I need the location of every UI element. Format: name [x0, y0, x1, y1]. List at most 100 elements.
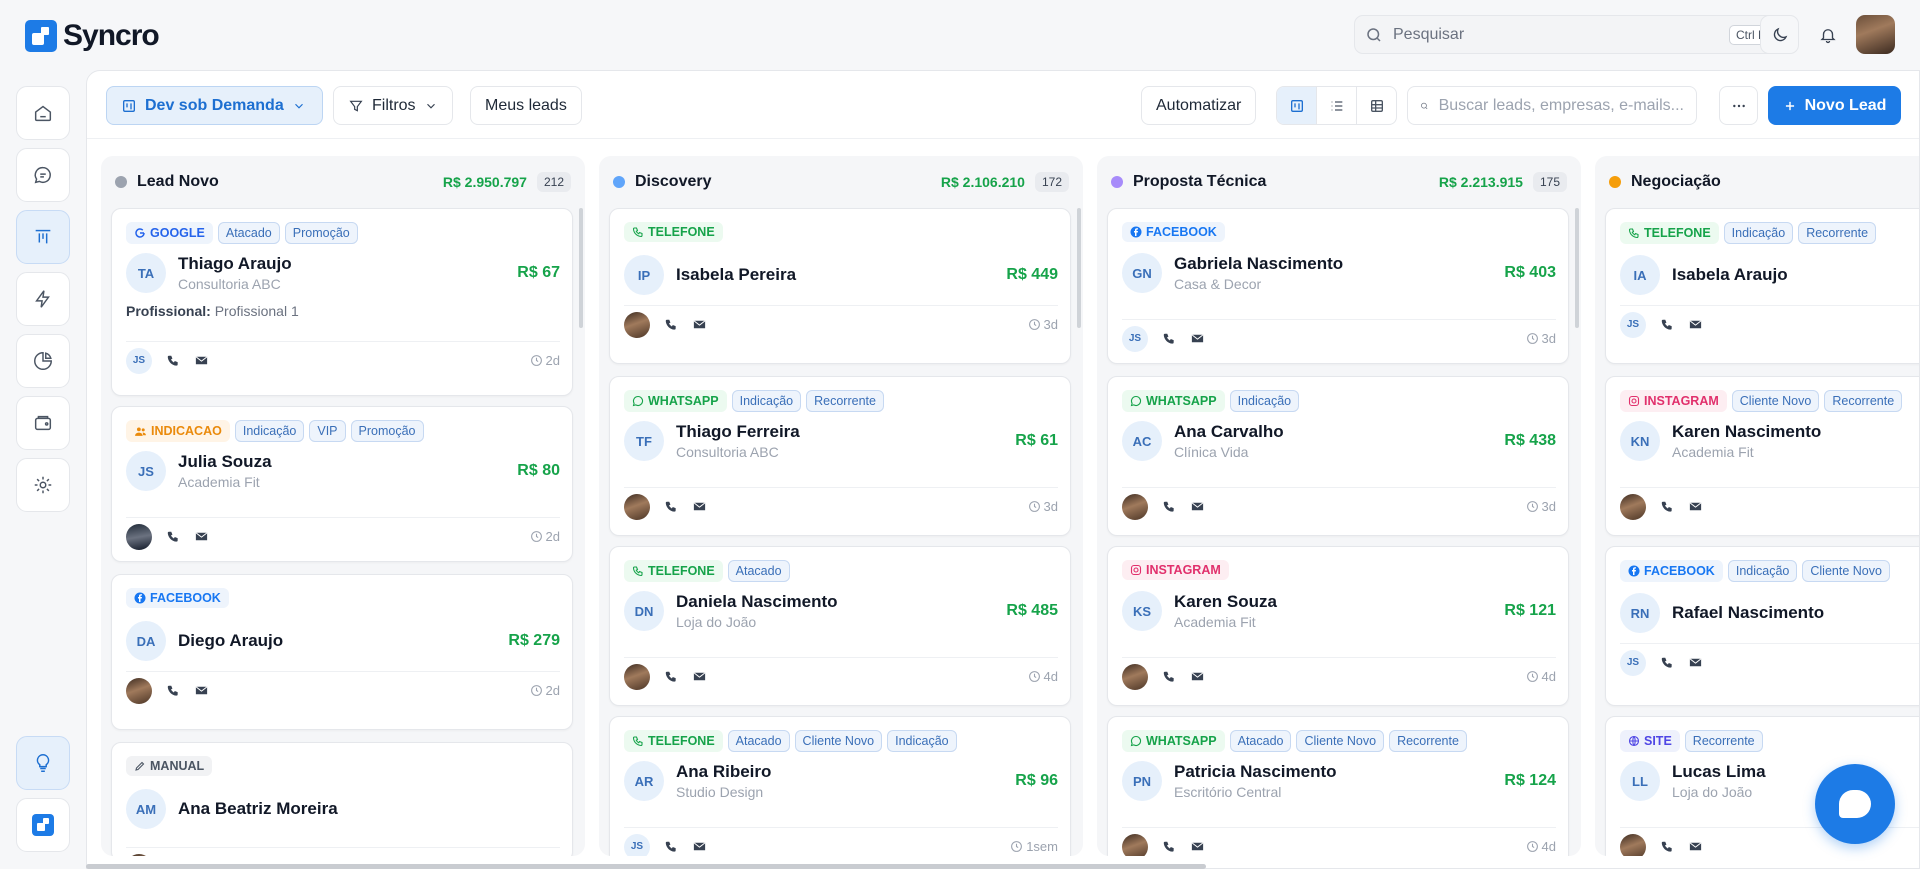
call-button[interactable]: [1660, 656, 1674, 670]
lead-search-input[interactable]: Buscar leads, empresas, e-mails...: [1407, 86, 1697, 125]
column-title[interactable]: Proposta Técnica: [1133, 173, 1439, 191]
view-kanban-button[interactable]: [1277, 87, 1317, 124]
email-button[interactable]: [1688, 499, 1703, 514]
call-button[interactable]: [664, 318, 678, 332]
nav-tips[interactable]: [16, 736, 70, 790]
lead-card[interactable]: INSTAGRAM KS Karen Souza Academia Fit R$ 121…: [1107, 546, 1569, 706]
lead-name[interactable]: Isabela Araujo: [1672, 265, 1919, 285]
call-button[interactable]: [1162, 670, 1176, 684]
lead-card[interactable]: GOOGLE Atacado Promoção TA Thiago Araujo Cons…: [111, 208, 573, 396]
email-button[interactable]: [1688, 317, 1703, 332]
view-table-button[interactable]: [1357, 87, 1396, 124]
call-button[interactable]: [1660, 500, 1674, 514]
nav-chat[interactable]: [16, 148, 70, 202]
call-button[interactable]: [1162, 332, 1176, 346]
my-leads-button[interactable]: Meus leads: [470, 86, 582, 125]
call-button[interactable]: [664, 670, 678, 684]
filters-button[interactable]: Filtros: [333, 86, 453, 125]
owner-avatar[interactable]: [624, 663, 650, 690]
call-button[interactable]: [166, 530, 180, 544]
lead-name[interactable]: Diego Araujo: [178, 631, 508, 651]
lead-name[interactable]: Patricia Nascimento: [1174, 762, 1504, 782]
call-button[interactable]: [664, 500, 678, 514]
email-button[interactable]: [692, 669, 707, 684]
owner-avatar[interactable]: JS: [624, 833, 650, 856]
email-button[interactable]: [194, 529, 209, 544]
owner-avatar[interactable]: JS: [1620, 649, 1646, 676]
call-button[interactable]: [664, 840, 678, 854]
owner-avatar[interactable]: [1620, 833, 1646, 856]
owner-avatar[interactable]: [1122, 493, 1148, 520]
nav-settings[interactable]: [16, 458, 70, 512]
call-button[interactable]: [1162, 500, 1176, 514]
email-button[interactable]: [194, 683, 209, 698]
lead-name[interactable]: Thiago Araujo: [178, 254, 517, 274]
lead-card[interactable]: FACEBOOK Indicação Cliente Novo RN Rafael Na…: [1605, 546, 1919, 706]
email-button[interactable]: [692, 499, 707, 514]
email-button[interactable]: [692, 839, 707, 854]
lead-card[interactable]: TELEFONE Indicação Recorrente IA Isabela Ara…: [1605, 208, 1919, 364]
owner-avatar[interactable]: [1620, 493, 1646, 520]
column-title[interactable]: Negociação: [1631, 173, 1919, 191]
nav-pipeline[interactable]: [16, 210, 70, 264]
call-button[interactable]: [1660, 318, 1674, 332]
column-scrollbar[interactable]: [1575, 208, 1579, 328]
lead-card[interactable]: FACEBOOK GN Gabriela Nascimento Casa & Deco…: [1107, 208, 1569, 364]
more-options-button[interactable]: [1719, 86, 1758, 125]
new-lead-button[interactable]: Novo Lead: [1768, 86, 1901, 125]
owner-avatar[interactable]: JS: [1122, 325, 1148, 352]
nav-wallet[interactable]: [16, 396, 70, 450]
lead-card[interactable]: MANUAL AM Ana Beatriz Moreira: [111, 742, 573, 856]
lead-card[interactable]: TELEFONE IP Isabela Pereira R$ 449 3d: [609, 208, 1071, 364]
owner-avatar[interactable]: JS: [1620, 311, 1646, 338]
lead-name[interactable]: Thiago Ferreira: [676, 422, 1015, 442]
owner-avatar[interactable]: [624, 493, 650, 520]
lead-name[interactable]: Karen Nascimento: [1672, 422, 1919, 442]
lead-card[interactable]: WHATSAPP Atacado Cliente Novo Recorrente PN P…: [1107, 716, 1569, 856]
nav-reports[interactable]: [16, 334, 70, 388]
lead-name[interactable]: Rafael Nascimento: [1672, 603, 1919, 623]
email-button[interactable]: [1688, 655, 1703, 670]
owner-avatar[interactable]: JS: [126, 347, 152, 374]
lead-card[interactable]: TELEFONE Atacado Cliente Novo Indicação AR An…: [609, 716, 1071, 856]
lead-name[interactable]: Ana Carvalho: [1174, 422, 1504, 442]
email-button[interactable]: [194, 353, 209, 368]
column-scrollbar[interactable]: [579, 208, 583, 328]
pipeline-selector[interactable]: Dev sob Demanda: [106, 86, 323, 125]
nav-automation[interactable]: [16, 272, 70, 326]
lead-name[interactable]: Daniela Nascimento: [676, 592, 1006, 612]
owner-avatar[interactable]: [126, 853, 152, 856]
lead-name[interactable]: Isabela Pereira: [676, 265, 1006, 285]
call-button[interactable]: [1162, 840, 1176, 854]
lead-card[interactable]: INDICACAO Indicação VIP Promoção JS Julia Sou…: [111, 406, 573, 562]
email-button[interactable]: [1190, 669, 1205, 684]
owner-avatar[interactable]: [1122, 663, 1148, 690]
automate-button[interactable]: Automatizar: [1141, 86, 1257, 125]
lead-card[interactable]: INSTAGRAM Cliente Novo Recorrente KN Karen N…: [1605, 376, 1919, 536]
lead-name[interactable]: Gabriela Nascimento: [1174, 254, 1504, 274]
lead-card[interactable]: FACEBOOK DA Diego Araujo R$ 279 2d: [111, 574, 573, 730]
owner-avatar[interactable]: [126, 523, 152, 550]
support-chat-button[interactable]: [1815, 764, 1895, 844]
email-button[interactable]: [1190, 331, 1205, 346]
email-button[interactable]: [692, 317, 707, 332]
owner-avatar[interactable]: [126, 677, 152, 704]
app-logo[interactable]: Syncro: [25, 19, 160, 53]
owner-avatar[interactable]: [1122, 833, 1148, 856]
notifications-button[interactable]: [1808, 15, 1847, 54]
call-button[interactable]: [166, 354, 180, 368]
owner-avatar[interactable]: [624, 311, 650, 338]
column-title[interactable]: Discovery: [635, 173, 941, 191]
global-search[interactable]: Pesquisar Ctrl K: [1354, 15, 1784, 54]
lead-name[interactable]: Julia Souza: [178, 452, 517, 472]
lead-card[interactable]: WHATSAPP Indicação Recorrente TF Thiago Ferr…: [609, 376, 1071, 536]
lead-name[interactable]: Ana Beatriz Moreira: [178, 799, 560, 819]
lead-name[interactable]: Karen Souza: [1174, 592, 1504, 612]
email-button[interactable]: [1190, 499, 1205, 514]
email-button[interactable]: [1688, 839, 1703, 854]
theme-toggle-button[interactable]: [1760, 15, 1799, 54]
lead-name[interactable]: Ana Ribeiro: [676, 762, 1015, 782]
call-button[interactable]: [1660, 840, 1674, 854]
nav-brand[interactable]: [16, 798, 70, 852]
call-button[interactable]: [166, 684, 180, 698]
